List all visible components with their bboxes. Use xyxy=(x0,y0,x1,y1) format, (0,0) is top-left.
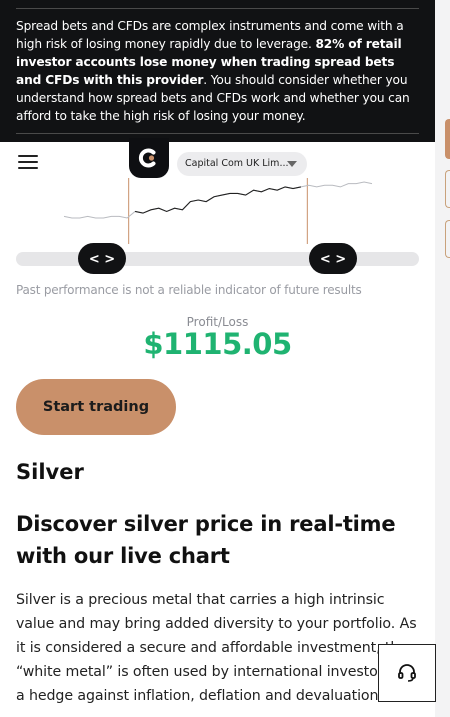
side-tab-3[interactable] xyxy=(445,220,450,258)
headset-support-icon xyxy=(398,664,416,682)
start-trading-button[interactable]: Start trading xyxy=(16,379,176,435)
range-slider-right-handle-label: < > xyxy=(320,252,346,267)
range-slider-right-handle[interactable]: < > xyxy=(309,243,357,274)
description-paragraph: Silver is a precious metal that carries … xyxy=(16,592,417,704)
range-slider-left-handle-label: < > xyxy=(89,252,115,267)
risk-warning-text: Spread bets and CFDs are complex instrum… xyxy=(16,17,420,125)
disclaimer-text: Past performance is not a reliable indic… xyxy=(16,283,362,297)
side-tab-1[interactable] xyxy=(445,119,450,159)
page-title: Silver xyxy=(16,460,84,484)
range-slider-track[interactable] xyxy=(16,252,419,266)
entity-selector-label: Capital Com UK Lim... xyxy=(185,158,289,169)
profit-loss-value: $1115.05 xyxy=(143,327,292,361)
price-line-full xyxy=(63,181,373,219)
capital-com-logo[interactable] xyxy=(129,138,169,178)
price-line-selected xyxy=(134,186,302,214)
entity-selector[interactable]: Capital Com UK Lim... xyxy=(177,152,307,176)
support-chat-button[interactable] xyxy=(378,644,436,702)
divider xyxy=(16,133,419,134)
risk-warning-banner: Spread bets and CFDs are complex instrum… xyxy=(0,0,435,142)
hamburger-menu-icon[interactable] xyxy=(18,155,38,171)
right-scroll-rail xyxy=(435,0,450,717)
range-slider-left-handle[interactable]: < > xyxy=(78,243,126,274)
side-tab-2[interactable] xyxy=(445,170,450,208)
divider xyxy=(16,8,419,9)
caret-down-icon xyxy=(287,161,297,167)
section-heading: Discover silver price in real-time with … xyxy=(16,512,396,568)
price-chart[interactable]: < > < > xyxy=(0,178,435,278)
